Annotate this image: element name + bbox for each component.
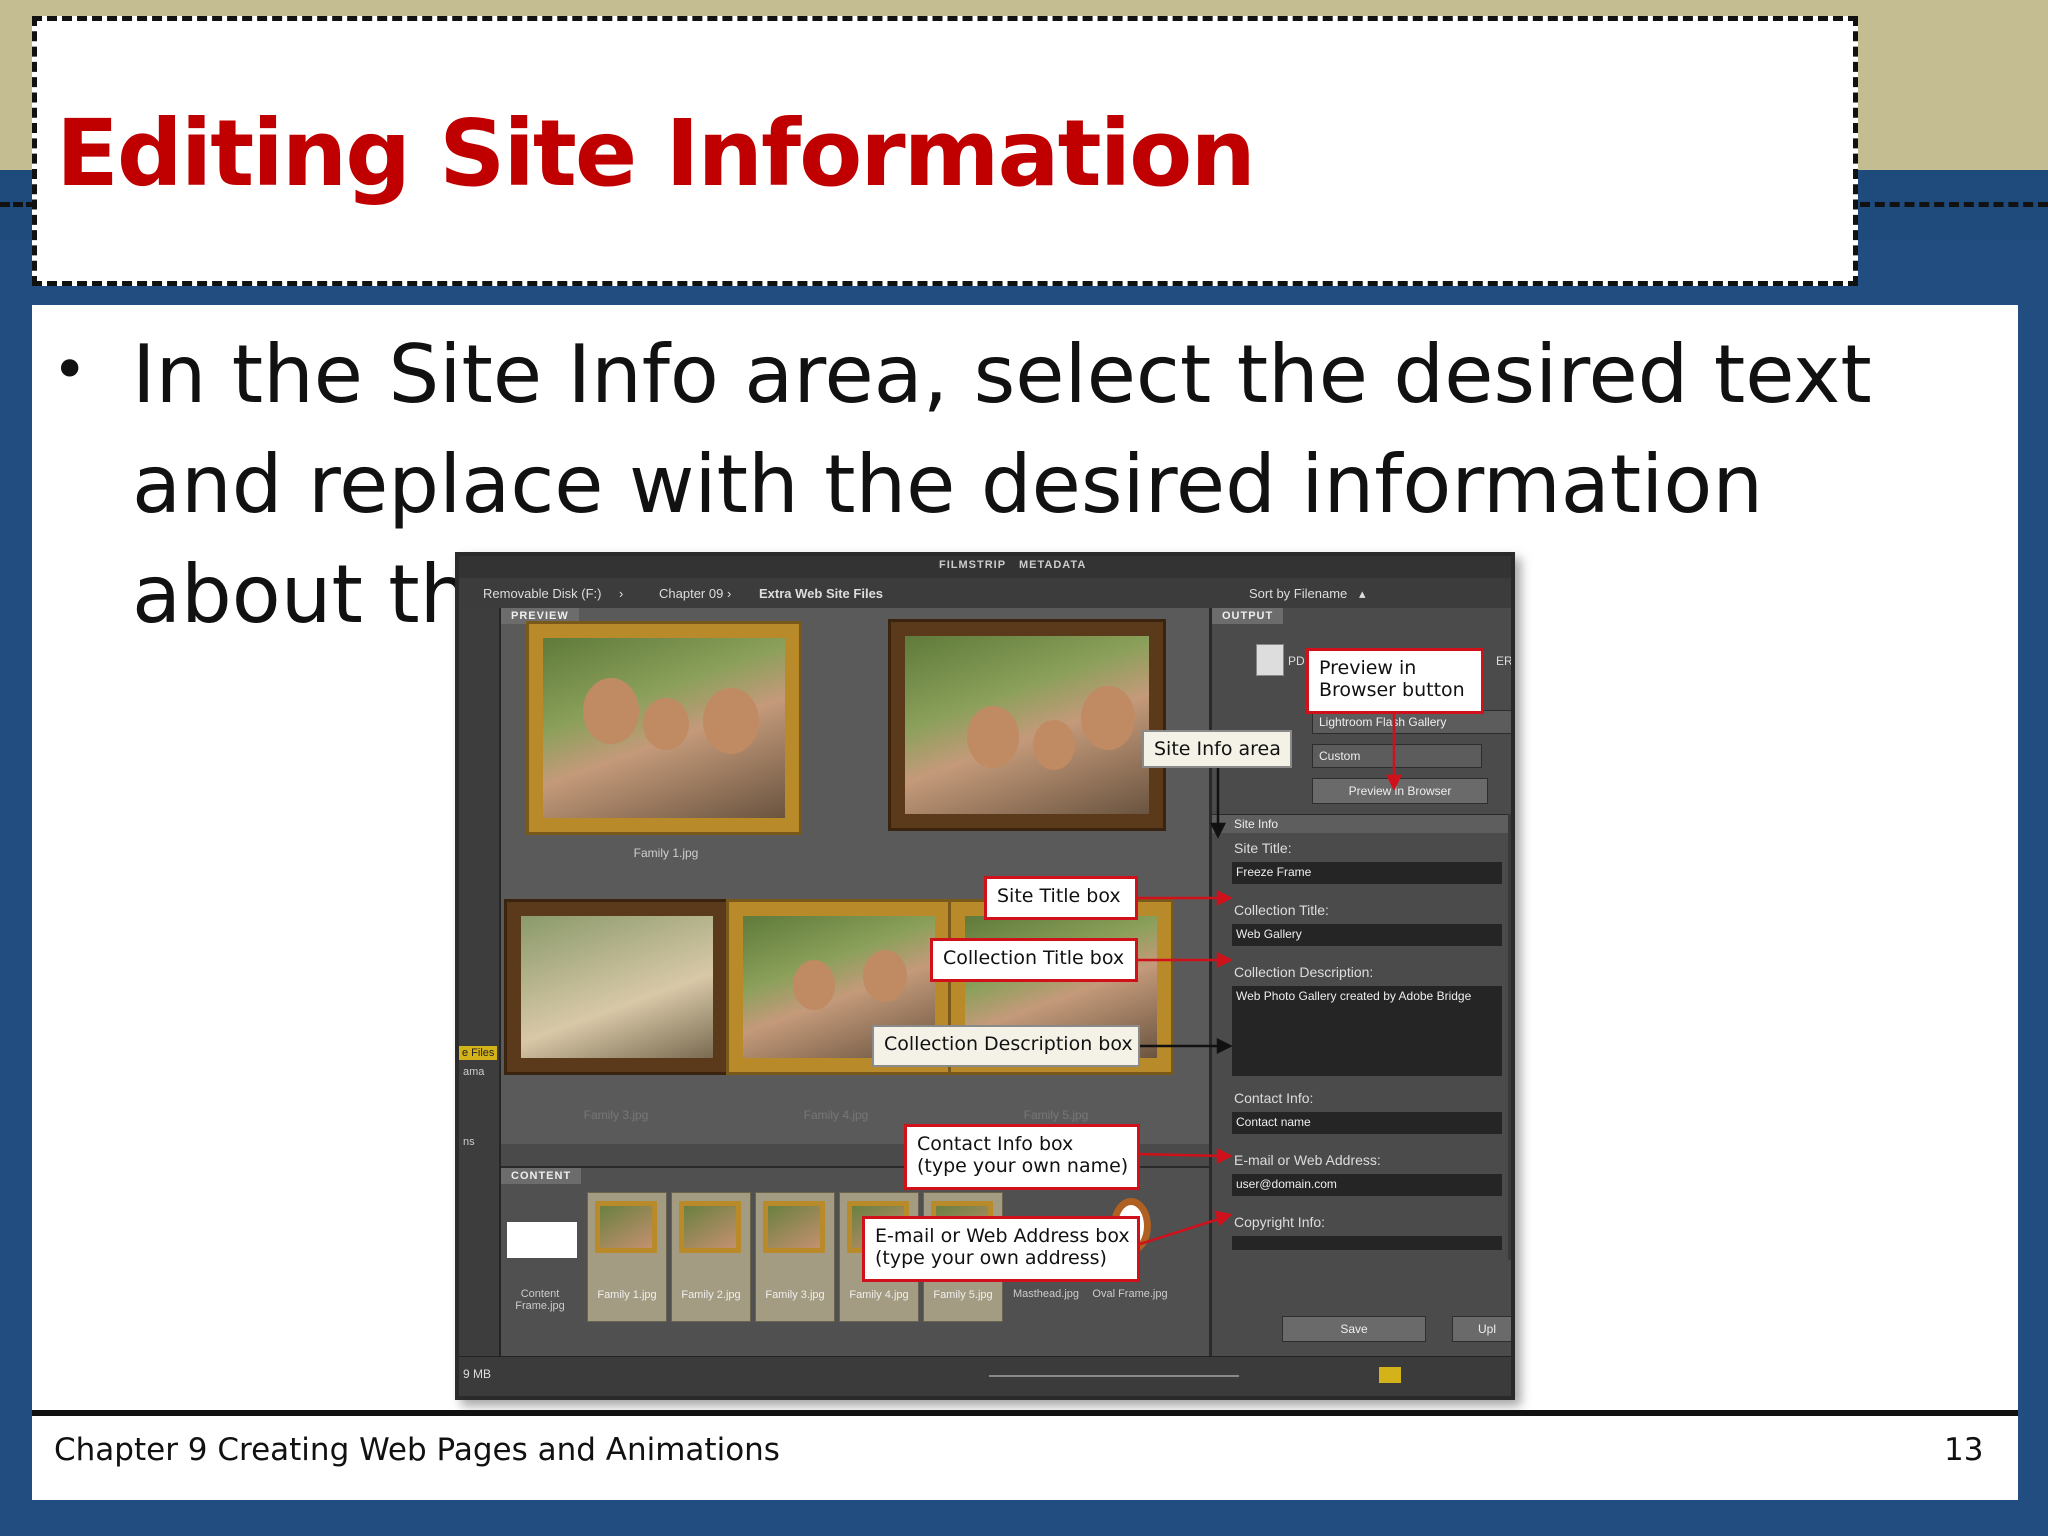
footer-chapter: Chapter 9 Creating Web Pages and Animati… [54,1432,780,1468]
footer-rule [32,1410,2018,1416]
page-number: 13 [1944,1432,1984,1468]
callout-arrows [1138,714,1403,1246]
